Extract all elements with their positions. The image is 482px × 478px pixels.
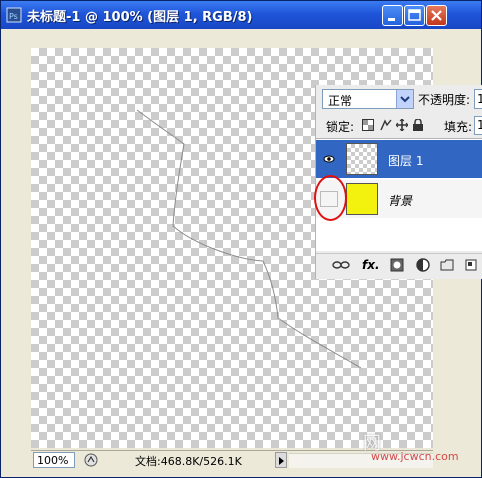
new-group-icon[interactable] bbox=[440, 258, 454, 272]
document-info: 文档:468.8K/526.1K bbox=[135, 455, 242, 468]
adjustment-layer-icon[interactable] bbox=[416, 258, 430, 272]
opacity-label: 不透明度: bbox=[418, 93, 471, 107]
layer-thumbnail bbox=[346, 183, 378, 215]
lock-row: 锁定: 填充: 10 bbox=[316, 115, 482, 135]
blend-mode-value: 正常 bbox=[328, 94, 353, 108]
link-layers-icon[interactable] bbox=[332, 258, 350, 272]
layer-name[interactable]: 图层 1 bbox=[388, 152, 423, 169]
new-layer-icon[interactable] bbox=[464, 258, 478, 272]
document-window: Ps 未标题-1 @ 100% (图层 1, RGB/8) 正常 不透明度: 锁… bbox=[0, 0, 482, 478]
layers-panel-footer: fx. bbox=[316, 253, 482, 280]
layer-thumbnail bbox=[346, 143, 378, 175]
status-expand-button[interactable] bbox=[275, 452, 287, 468]
triangle-right-icon bbox=[279, 457, 284, 465]
watermark-site: www.jcwcn.com bbox=[371, 450, 459, 463]
lock-transparent-icon[interactable] bbox=[362, 119, 374, 131]
minimize-button[interactable] bbox=[382, 5, 403, 26]
zoom-field[interactable]: 100% bbox=[33, 452, 75, 468]
maximize-icon bbox=[408, 9, 421, 21]
layer-name[interactable]: 背景 bbox=[388, 192, 412, 209]
fx-icon[interactable]: fx. bbox=[362, 258, 380, 272]
blend-mode-select[interactable]: 正常 bbox=[322, 89, 414, 109]
fill-input[interactable]: 10 bbox=[474, 116, 482, 135]
title-bar[interactable]: Ps 未标题-1 @ 100% (图层 1, RGB/8) bbox=[1, 1, 481, 29]
svg-text:Ps: Ps bbox=[9, 12, 18, 21]
lock-label: 锁定: bbox=[326, 120, 355, 134]
window-title: 未标题-1 @ 100% (图层 1, RGB/8) bbox=[27, 10, 253, 25]
photoshop-document-icon: Ps bbox=[6, 7, 22, 23]
lock-image-icon[interactable] bbox=[380, 119, 392, 131]
layer-mask-icon[interactable] bbox=[390, 258, 404, 272]
status-menu-icon[interactable] bbox=[83, 452, 99, 468]
highlight-annotation bbox=[314, 175, 347, 221]
close-button[interactable] bbox=[426, 5, 447, 26]
lock-position-icon[interactable] bbox=[396, 119, 408, 131]
eye-icon[interactable] bbox=[319, 150, 339, 168]
maximize-button[interactable] bbox=[404, 5, 425, 26]
opacity-input[interactable]: 10 bbox=[474, 89, 482, 109]
close-icon bbox=[431, 10, 442, 21]
minimize-icon bbox=[388, 18, 395, 21]
lock-all-icon[interactable] bbox=[412, 119, 424, 131]
fill-label: 填充: bbox=[444, 120, 473, 134]
chevron-down-icon[interactable] bbox=[396, 90, 413, 108]
layer-row[interactable]: 图层 1 bbox=[316, 140, 482, 178]
